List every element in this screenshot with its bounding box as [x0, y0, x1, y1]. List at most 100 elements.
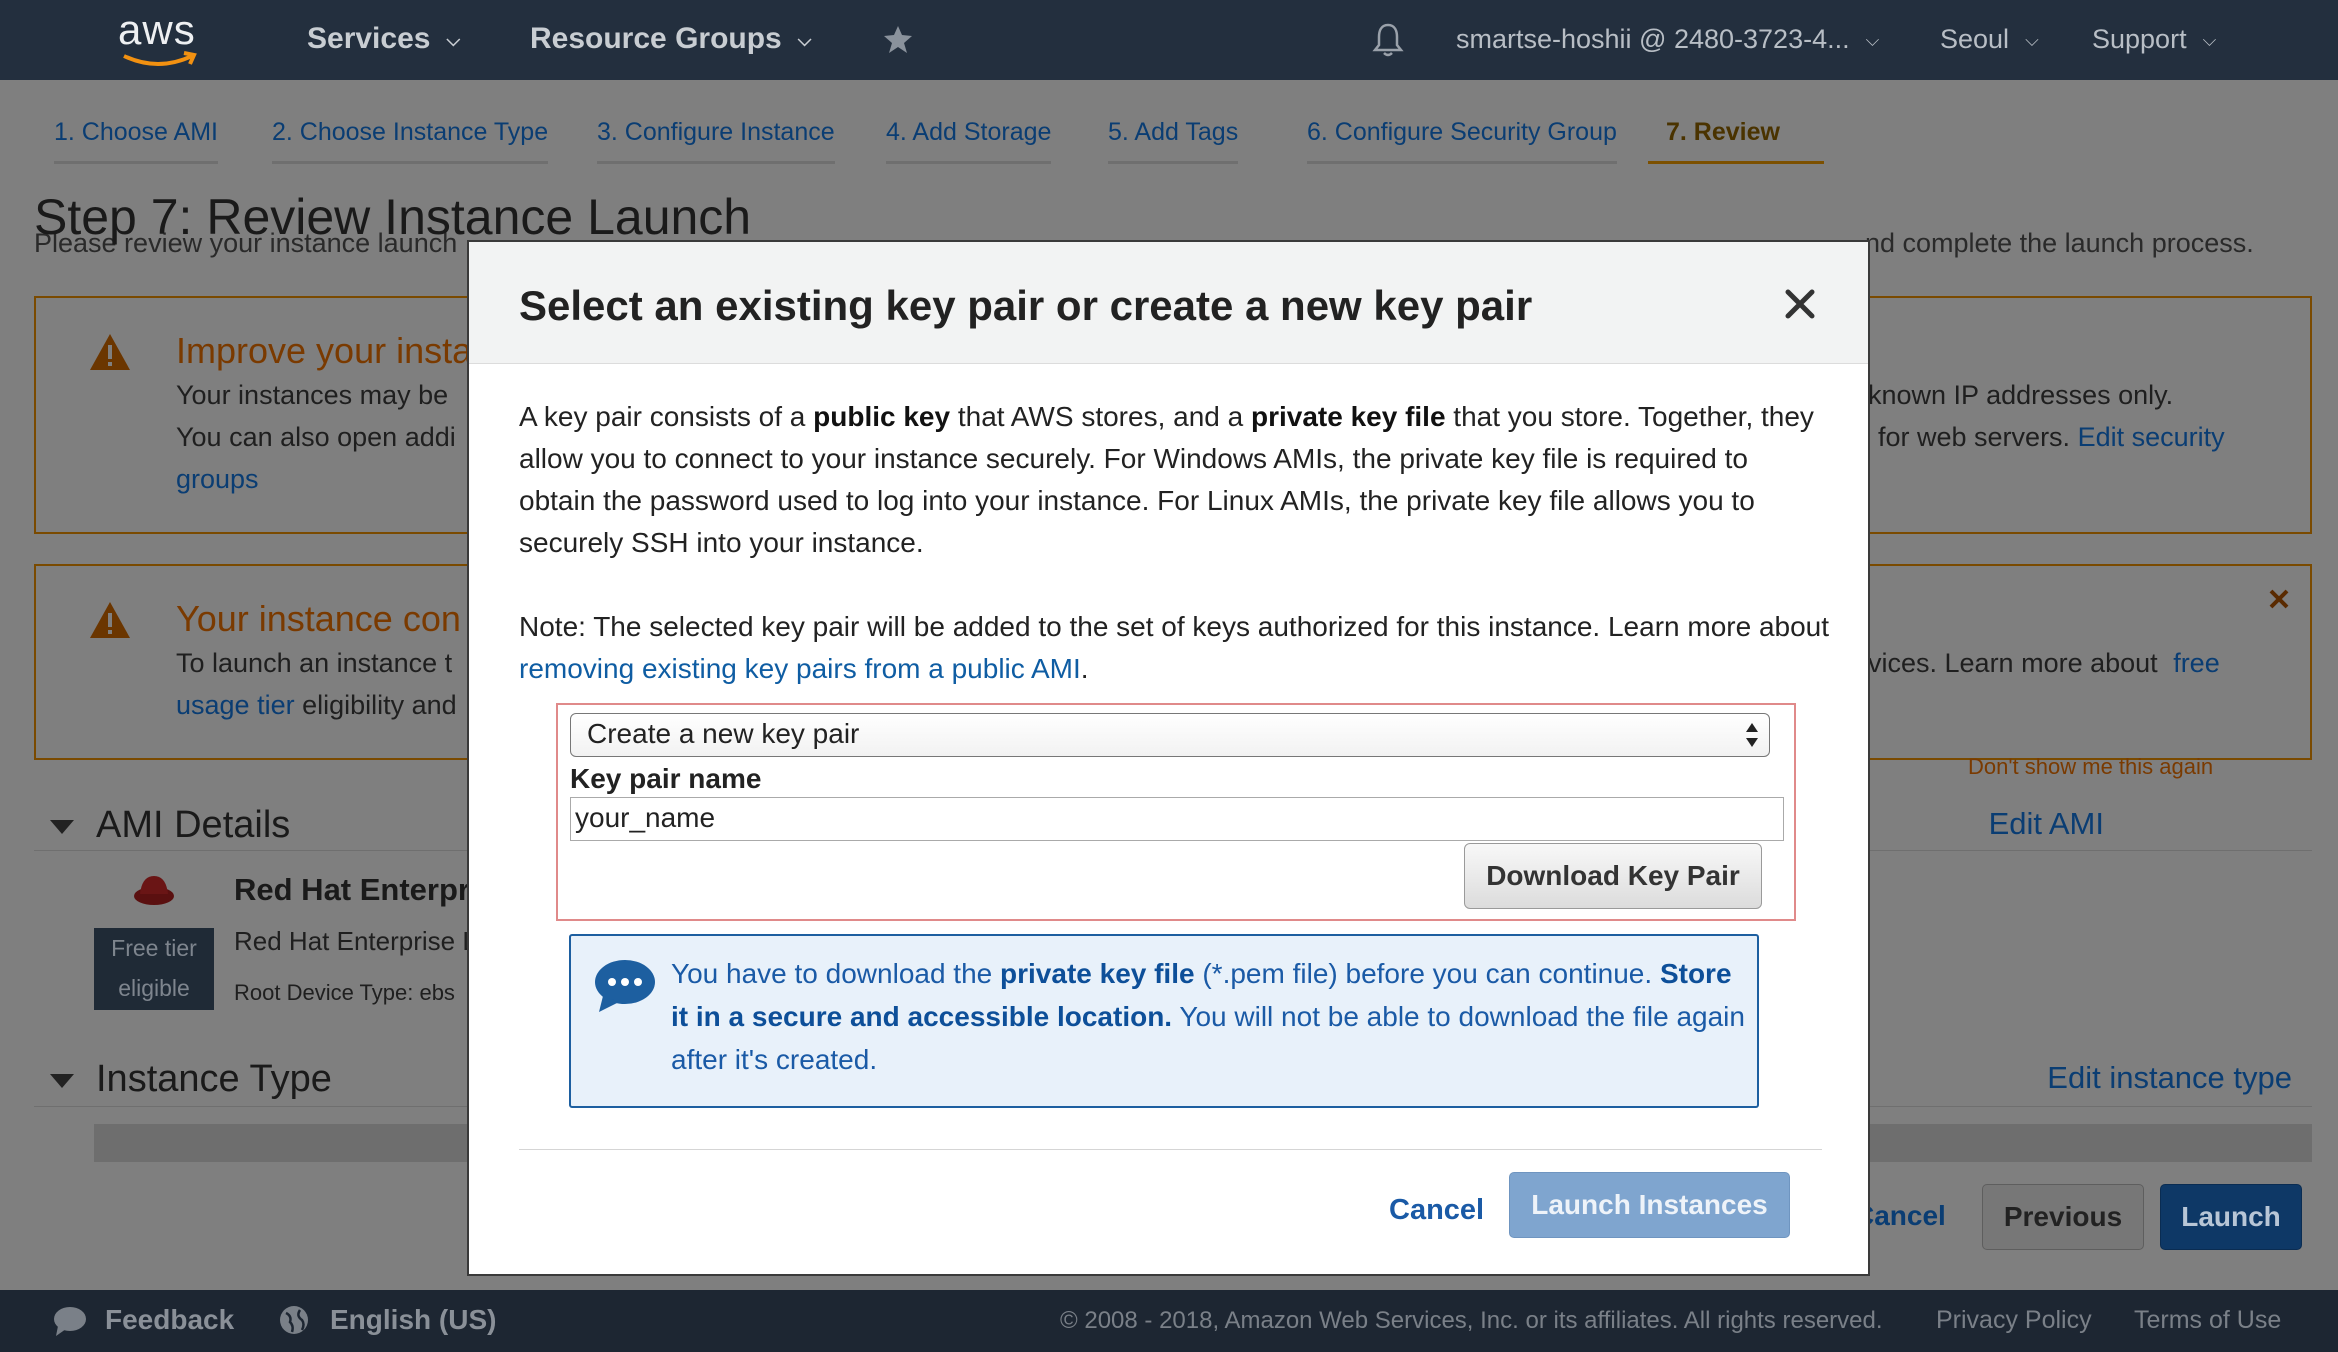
ami-description: Red Hat Enterprise L [234, 926, 477, 956]
language-selector[interactable]: English (US) [330, 1304, 496, 1336]
instance-type-heading[interactable]: Instance Type [50, 1058, 332, 1101]
key-pair-dialog: Select an existing key pair or create a … [467, 240, 1870, 1276]
text-segment: A key pair consists of a [519, 401, 814, 432]
alert-text: known IP addresses only. [1868, 380, 2174, 410]
free-tier-badge: Free tier eligible [94, 928, 214, 1010]
ami-details-heading[interactable]: AMI Details [50, 804, 290, 847]
alert-text: Your instances may be [176, 380, 449, 410]
account-menu[interactable]: smartse-hoshii @ 2480-3723-4... ⌵ [1456, 24, 1879, 55]
edit-security-groups-link[interactable]: groups [176, 464, 259, 495]
tab-choose-instance-type[interactable]: 2. Choose Instance Type [272, 118, 549, 164]
region-menu[interactable]: Seoul ⌵ [1940, 24, 2039, 55]
text-segment: . [1080, 653, 1089, 684]
free-tier-line1: Free tier [111, 935, 197, 961]
footer: Feedback English (US) © 2008 - 2018, Ama… [0, 1290, 2338, 1352]
terms-of-use-link[interactable]: Terms of Use [2134, 1306, 2281, 1335]
key-pair-note: Note: The selected key pair will be adde… [519, 606, 1829, 690]
key-pair-form: Create a new key pair Key pair name your… [556, 703, 1796, 921]
chat-bubble-icon [595, 960, 655, 1012]
dialog-cancel-button[interactable]: Cancel [1389, 1194, 1484, 1227]
feedback-chat-icon [54, 1307, 86, 1336]
collapse-triangle-icon [50, 819, 74, 834]
private-key-emphasis: private key file [1000, 958, 1195, 989]
usage-tier-link[interactable]: usage tier [176, 690, 295, 720]
aws-logo[interactable]: aws [118, 6, 208, 70]
edit-security-link[interactable]: Edit security [2078, 422, 2225, 452]
tab-review[interactable]: 7. Review [1648, 118, 1824, 164]
warning-icon [90, 602, 130, 638]
select-updown-icon [1746, 723, 1758, 747]
launch-instances-button[interactable]: Launch Instances [1509, 1172, 1790, 1238]
key-pair-name-input[interactable]: your_name [570, 797, 1784, 841]
alert-title: Your instance con [176, 598, 461, 639]
close-icon[interactable] [1782, 286, 1818, 322]
services-menu[interactable]: Services ⌵ [307, 22, 460, 56]
text-segment: (*.pem file) before you can continue. [1194, 958, 1660, 989]
resource-groups-menu[interactable]: Resource Groups ⌵ [530, 22, 811, 56]
account-label: smartse-hoshii @ 2480-3723-4... [1456, 24, 1850, 54]
previous-button[interactable]: Previous [1982, 1184, 2144, 1250]
bell-icon[interactable] [1372, 22, 1404, 58]
page-title: Step 7: Review Instance Launch [34, 189, 752, 245]
instance-type-label: Instance Type [96, 1058, 332, 1100]
cancel-button[interactable]: Cancel [1854, 1184, 1964, 1250]
tab-add-storage[interactable]: 4. Add Storage [886, 118, 1052, 164]
download-key-pair-button[interactable]: Download Key Pair [1464, 843, 1762, 909]
alert-text: vices. Learn more about free [1868, 648, 2220, 679]
tab-configure-security-group[interactable]: 6. Configure Security Group [1307, 118, 1617, 164]
pin-star-icon[interactable] [883, 24, 913, 54]
warning-icon [90, 334, 130, 370]
services-label: Services [307, 22, 431, 55]
key-pair-option-select[interactable]: Create a new key pair [570, 713, 1770, 757]
root-device-type: Root Device Type: ebs [234, 980, 455, 1005]
alert-text: You can also open addi [176, 422, 456, 452]
download-info-box: You have to download the private key fil… [569, 934, 1759, 1108]
page-subtitle-continued: nd complete the launch process. [1865, 228, 2254, 258]
feedback-link[interactable]: Feedback [105, 1304, 234, 1336]
chevron-down-icon: ⌵ [2202, 30, 2217, 51]
launch-button[interactable]: Launch [2160, 1184, 2302, 1250]
alert-title: Improve your insta [176, 330, 473, 371]
alert-text: usage tier eligibility and [176, 690, 457, 721]
alert-text-part: vices. Learn more about [1868, 648, 2158, 678]
key-pair-description: A key pair consists of a public key that… [519, 396, 1829, 564]
aws-logo-text: aws [118, 6, 196, 53]
chevron-down-icon: ⌵ [446, 29, 461, 50]
alert-text: for web servers. Edit security [1878, 422, 2225, 453]
collapse-triangle-icon [50, 1073, 74, 1088]
text-segment: You have to download the [671, 958, 1001, 989]
ami-name: Red Hat Enterpr [234, 872, 470, 907]
dialog-title: Select an existing key pair or create a … [519, 282, 1533, 329]
tab-configure-instance[interactable]: 3. Configure Instance [597, 118, 835, 164]
privacy-policy-link[interactable]: Privacy Policy [1936, 1306, 2092, 1335]
support-menu[interactable]: Support ⌵ [2092, 24, 2216, 55]
tab-choose-ami[interactable]: 1. Choose AMI [54, 118, 218, 164]
edit-ami-link[interactable]: Edit AMI [1904, 806, 2104, 842]
text-segment: Note: The selected key pair will be adde… [519, 611, 1830, 642]
private-key-emphasis: private key file [1250, 401, 1446, 432]
chevron-down-icon: ⌵ [2025, 30, 2039, 51]
top-navbar: aws Services ⌵ Resource Groups ⌵ smartse-h… [0, 0, 2338, 80]
dialog-header: Select an existing key pair or create a … [469, 242, 1868, 364]
public-key-emphasis: public key [813, 401, 951, 432]
close-icon[interactable] [2268, 588, 2290, 610]
dont-show-again-link[interactable]: Don't show me this again [1968, 754, 2213, 780]
chevron-down-icon: ⌵ [1865, 30, 1880, 51]
copyright-text: © 2008 - 2018, Amazon Web Services, Inc.… [1060, 1307, 1883, 1334]
support-label: Support [2092, 24, 2187, 54]
alert-text: To launch an instance t [176, 648, 453, 678]
removing-key-pairs-link[interactable]: removing existing key pairs from a publi… [519, 653, 1081, 684]
chevron-down-icon: ⌵ [797, 29, 812, 50]
region-label: Seoul [1940, 24, 2010, 54]
wizard-steps: 1. Choose AMI 2. Choose Instance Type 3.… [0, 80, 2338, 170]
free-tier-line2: eligible [118, 975, 190, 1001]
key-pair-name-label: Key pair name [570, 763, 762, 794]
edit-instance-type-link[interactable]: Edit instance type [1984, 1060, 2292, 1096]
tab-add-tags[interactable]: 5. Add Tags [1108, 118, 1239, 164]
text-segment: that AWS stores, and a [950, 401, 1251, 432]
alert-text-part: eligibility and [302, 690, 457, 720]
dialog-divider [519, 1149, 1822, 1150]
ami-details-label: AMI Details [96, 804, 291, 846]
smile-arrow-icon [123, 51, 197, 66]
free-link[interactable]: free [2173, 648, 2220, 678]
